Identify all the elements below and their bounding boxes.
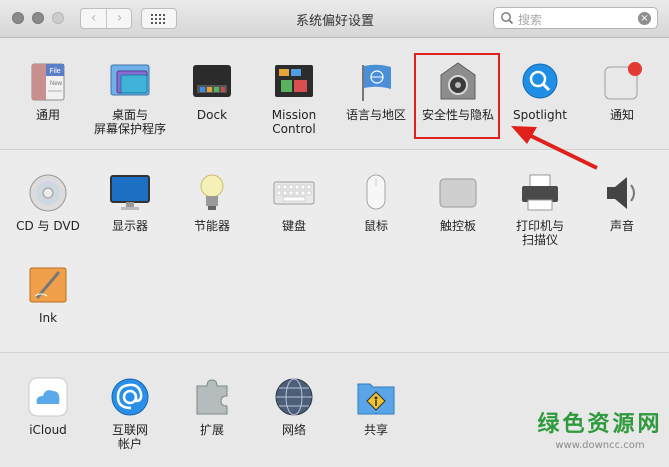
zoom-window-button[interactable] <box>52 12 64 24</box>
internet-accounts-icon <box>111 378 149 416</box>
pane-label: Ink <box>38 311 58 325</box>
pane-label: 语言与地区 <box>345 108 406 122</box>
dock-icon <box>193 65 231 97</box>
pane-label: 触控板 <box>439 219 476 233</box>
pane-label: 键盘 <box>281 219 306 233</box>
network-icon <box>275 378 313 416</box>
pane-label: 鼠标 <box>363 219 388 233</box>
forward-button[interactable]: › <box>107 9 132 28</box>
pane-label: 扩展 <box>199 423 224 437</box>
svg-text:New: New <box>50 81 63 87</box>
hardware-section: CD 与 DVD 显示器 节能器 键盘 鼠标 触控板 打印机与 扫描仪 声音 I… <box>0 150 669 353</box>
mouse-icon <box>366 174 386 210</box>
pane-label: 节能器 <box>193 219 230 233</box>
pane-label: 互联网 帐户 <box>111 423 148 451</box>
highlight-box <box>414 53 500 139</box>
svg-text:File: File <box>49 68 60 75</box>
pane-label: CD 与 DVD <box>16 219 80 233</box>
pane-label: 声音 <box>609 219 634 233</box>
spotlight-icon <box>522 63 558 99</box>
show-all-button[interactable] <box>141 8 177 29</box>
window-title: 系统偏好设置 <box>295 14 374 29</box>
pane-label: 桌面与 屏幕保护程序 <box>93 108 166 136</box>
search-field[interactable]: 搜索 × <box>493 7 658 29</box>
cd-dvd-icon <box>29 174 67 212</box>
ink-icon <box>29 267 67 303</box>
pane-label: iCloud <box>29 423 67 437</box>
trackpad-icon <box>439 178 477 208</box>
pane-label: 通用 <box>35 108 60 122</box>
printers-scanners-icon <box>522 174 558 211</box>
displays-icon <box>110 175 150 210</box>
back-button[interactable]: ‹ <box>81 9 107 28</box>
grid-icon <box>151 14 167 24</box>
extensions-icon <box>196 379 228 415</box>
sound-icon <box>607 177 635 209</box>
pane-label: 共享 <box>363 423 388 437</box>
icloud-icon <box>28 377 68 417</box>
red-arrow-icon <box>511 126 598 170</box>
language-region-icon <box>362 64 391 101</box>
energy-saver-icon <box>200 174 224 210</box>
search-icon <box>501 12 514 25</box>
minimize-window-button[interactable] <box>32 12 44 24</box>
title-bar: ‹ › 系统偏好设置 搜索 × <box>0 0 669 38</box>
watermark: 绿色资源网 www.downcc.com <box>530 412 669 452</box>
close-window-button[interactable] <box>12 12 24 24</box>
navigation-buttons: ‹ › <box>80 8 132 29</box>
pane-label: Dock <box>196 108 228 122</box>
pane-label: 显示器 <box>111 219 148 233</box>
clear-search-icon[interactable]: × <box>638 12 651 25</box>
search-placeholder: 搜索 <box>518 13 543 27</box>
notifications-icon <box>604 62 642 100</box>
watermark-title: 绿色资源网 <box>537 412 663 437</box>
sharing-icon <box>357 383 395 415</box>
watermark-url: www.downcc.com <box>555 440 645 451</box>
desktop-screensaver-icon <box>110 64 150 96</box>
pane-label: Mission Control <box>271 108 317 136</box>
pane-label: 打印机与 扫描仪 <box>515 219 564 247</box>
keyboard-icon <box>273 181 315 205</box>
mission-control-icon <box>275 65 313 97</box>
system-preferences-window: ‹ › 系统偏好设置 搜索 × File New 通用 桌面与 屏幕保护程序 D… <box>0 0 669 467</box>
general-icon: File New <box>31 63 65 101</box>
pane-label: 网络 <box>281 423 306 437</box>
